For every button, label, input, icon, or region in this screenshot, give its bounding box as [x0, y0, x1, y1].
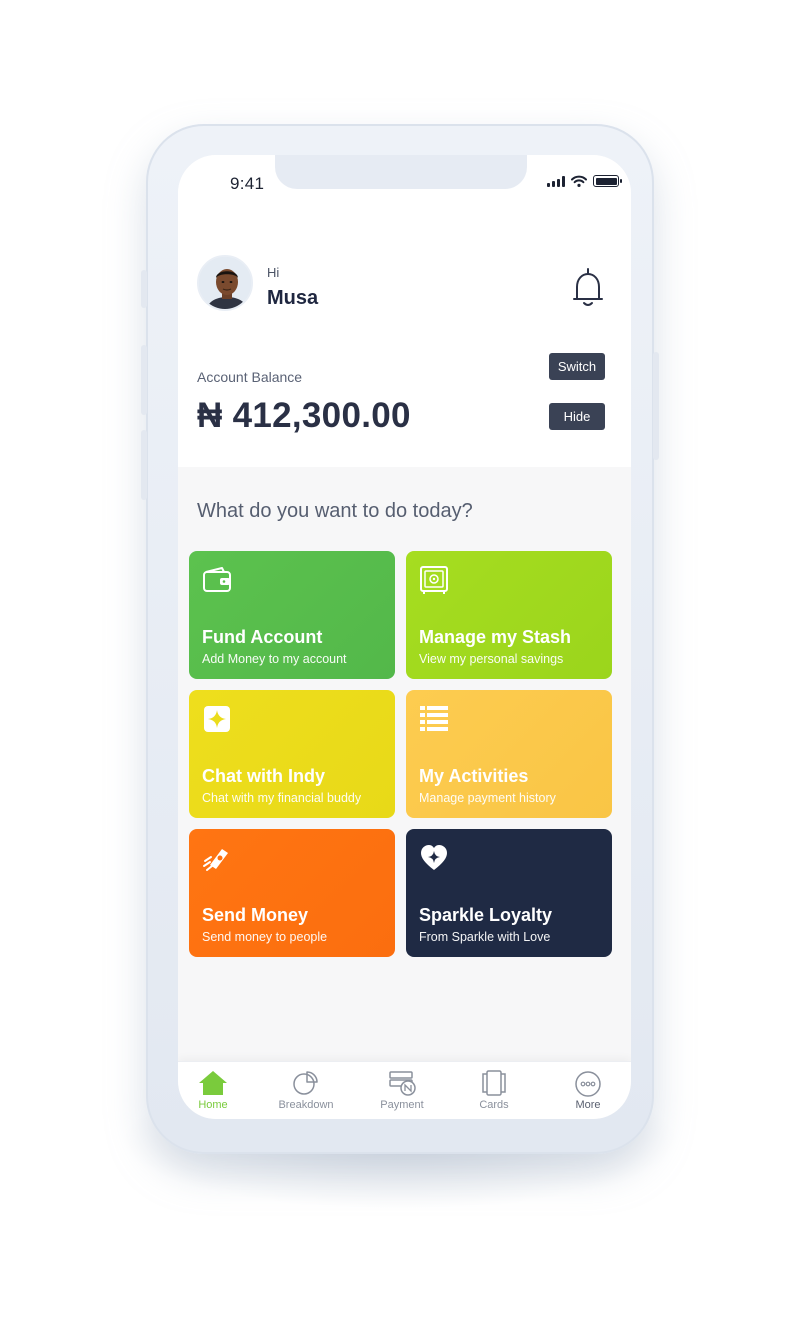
manage-stash-card[interactable]: Manage my Stash View my personal savings: [406, 551, 612, 679]
tab-label: Payment: [380, 1099, 424, 1111]
tab-label: Breakdown: [278, 1099, 334, 1111]
tab-home[interactable]: Home: [178, 1062, 253, 1119]
card-title: Sparkle Loyalty: [419, 905, 553, 925]
card-subtitle: Manage payment history: [419, 791, 556, 805]
safe-icon: [420, 566, 448, 594]
heart-sparkle-icon: [421, 845, 447, 870]
bottom-tab-bar: Home Breakdown Payment Cards More: [178, 1061, 631, 1119]
app-screen: 9:41 Hi Musa Account Balance ₦ 412,300.0…: [178, 155, 631, 1119]
more-icon: [575, 1071, 601, 1097]
battery-icon: [593, 175, 622, 187]
balance-label: Account Balance: [197, 369, 303, 385]
card-title: Fund Account: [202, 627, 323, 647]
wifi-icon: [571, 175, 587, 187]
greeting-text: Hi: [267, 265, 280, 280]
payment-icon: [389, 1071, 416, 1096]
tab-label: Home: [198, 1099, 228, 1111]
tab-more[interactable]: More: [548, 1062, 628, 1119]
switch-button[interactable]: Switch: [549, 353, 605, 380]
section-prompt: What do you want to do today?: [197, 500, 473, 522]
send-money-icon: [203, 849, 228, 871]
power-button: [653, 352, 659, 460]
tab-label: Cards: [479, 1099, 509, 1111]
card-subtitle: Send money to people: [202, 930, 328, 944]
signal-icon: [547, 175, 565, 187]
sparkle-loyalty-card[interactable]: Sparkle Loyalty From Sparkle with Love: [406, 829, 612, 957]
user-name: Musa: [267, 287, 319, 309]
card-title: Manage my Stash: [419, 627, 572, 647]
mute-switch: [141, 270, 147, 308]
card-title: Chat with Indy: [202, 766, 325, 786]
status-time: 9:41: [230, 174, 265, 193]
chat-with-indy-card[interactable]: Chat with Indy Chat with my financial bu…: [189, 690, 395, 818]
tab-label: More: [575, 1099, 601, 1111]
tab-breakdown[interactable]: Breakdown: [266, 1062, 346, 1119]
bell-icon[interactable]: [571, 265, 605, 309]
volume-up-button: [141, 345, 147, 415]
status-icons: [547, 175, 622, 187]
hide-button[interactable]: Hide: [549, 403, 605, 430]
tab-payment[interactable]: Payment: [362, 1062, 442, 1119]
balance-amount: ₦ 412,300.00: [197, 396, 411, 435]
wallet-icon: [203, 567, 231, 592]
card-subtitle: Chat with my financial buddy: [202, 791, 362, 805]
fund-account-card[interactable]: Fund Account Add Money to my account: [189, 551, 395, 679]
card-title: Send Money: [202, 905, 309, 925]
card-title: My Activities: [419, 766, 529, 786]
list-icon: [420, 706, 448, 731]
pie-chart-icon: [293, 1071, 318, 1095]
volume-down-button: [141, 430, 147, 500]
header-panel: 9:41 Hi Musa Account Balance ₦ 412,300.0…: [178, 155, 631, 467]
tab-cards[interactable]: Cards: [454, 1062, 534, 1119]
my-activities-card[interactable]: My Activities Manage payment history: [406, 690, 612, 818]
avatar[interactable]: [197, 255, 253, 311]
card-subtitle: View my personal savings: [419, 652, 564, 666]
home-icon: [199, 1071, 227, 1095]
cards-icon: [482, 1070, 506, 1096]
card-subtitle: Add Money to my account: [202, 652, 347, 666]
sparkle-icon: [204, 706, 230, 732]
notch: [275, 155, 527, 189]
send-money-card[interactable]: Send Money Send money to people: [189, 829, 395, 957]
card-subtitle: From Sparkle with Love: [419, 930, 551, 944]
